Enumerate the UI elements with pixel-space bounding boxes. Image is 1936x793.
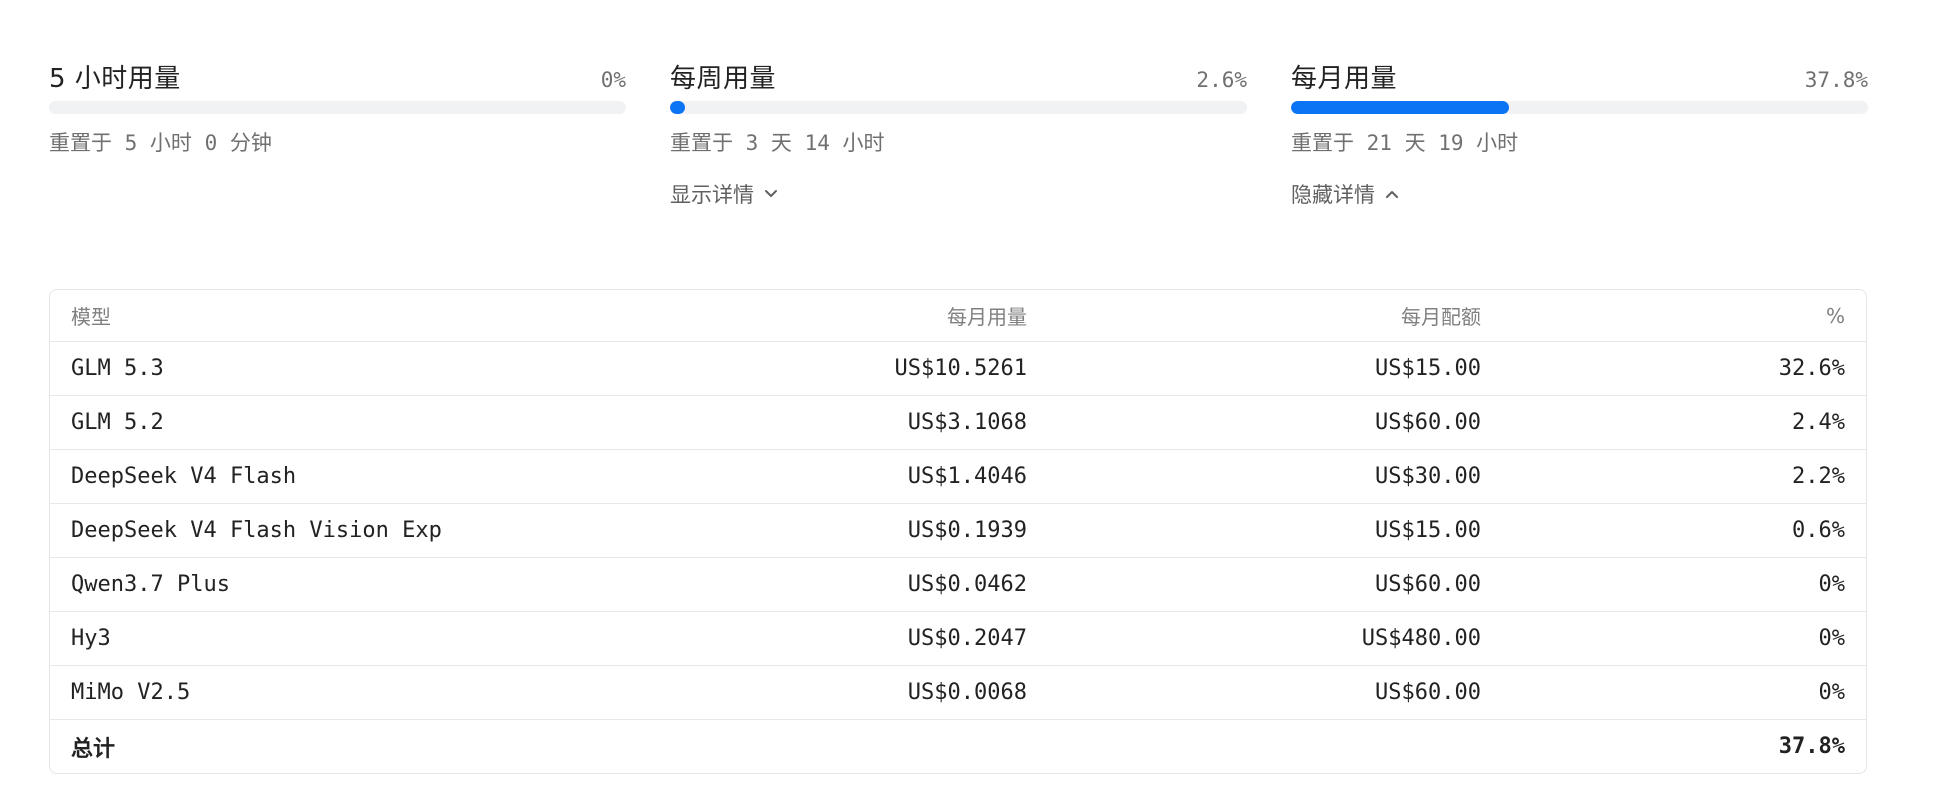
chevron-up-icon [1386, 191, 1398, 198]
cell-quota: US$480.00 [1048, 611, 1502, 666]
column-header-model: 模型 [50, 290, 594, 342]
cell-quota: US$15.00 [1048, 341, 1502, 396]
total-label: 总计 [71, 736, 116, 762]
cell-usage: US$0.2047 [594, 611, 1048, 666]
cell-percent: 0% [1502, 665, 1866, 720]
show-details-toggle[interactable]: 显示详情 [670, 179, 778, 209]
monthly-usage-bar [1291, 101, 1868, 114]
cell-usage: US$1.4046 [594, 449, 1048, 504]
table-row: GLM 5.3 US$10.5261 US$15.00 32.6% [50, 341, 1866, 396]
column-header-quota: 每月配额 [1048, 290, 1502, 342]
column-header-percent: % [1502, 290, 1866, 342]
weekly-usage-title: 每周用量 [670, 64, 777, 94]
cell-model: DeepSeek V4 Flash [50, 449, 594, 504]
usage-page: 5 小时用量 0% 重置于 5 小时 0 分钟 每周用量 2.6% 重置于 3 … [0, 0, 1936, 793]
table-total-row: 总计 37.8% [50, 720, 1866, 774]
weekly-reset-text: 重置于 3 天 14 小时 [670, 131, 885, 155]
monthly-reset-text: 重置于 21 天 19 小时 [1291, 131, 1519, 155]
cell-usage: US$0.0462 [594, 557, 1048, 612]
weekly-usage-percent: 2.6% [1196, 68, 1247, 92]
cell-percent: 0.6% [1502, 503, 1866, 558]
usage-summary: 5 小时用量 0% 重置于 5 小时 0 分钟 每周用量 2.6% 重置于 3 … [49, 58, 1868, 209]
cell-quota: US$60.00 [1048, 395, 1502, 450]
cell-usage: US$0.0068 [594, 665, 1048, 720]
cell-model: MiMo V2.5 [50, 665, 594, 720]
cell-model: GLM 5.2 [50, 395, 594, 450]
total-usage-empty [594, 720, 1048, 774]
table-row: DeepSeek V4 Flash Vision Exp US$0.1939 U… [50, 503, 1866, 558]
table-row: MiMo V2.5 US$0.0068 US$60.00 0% [50, 665, 1866, 720]
total-percent: 37.8% [1778, 734, 1845, 759]
cell-usage: US$10.5261 [594, 341, 1048, 396]
cell-usage: US$3.1068 [594, 395, 1048, 450]
model-usage-table: 模型 每月用量 每月配额 % GLM 5.3 US$10.5261 US$15.… [49, 289, 1867, 774]
table-row: Hy3 US$0.2047 US$480.00 0% [50, 611, 1866, 666]
cell-model: Qwen3.7 Plus [50, 557, 594, 612]
hide-details-label: 隐藏详情 [1291, 183, 1375, 207]
cell-quota: US$60.00 [1048, 557, 1502, 612]
hide-details-toggle[interactable]: 隐藏详情 [1291, 179, 1399, 209]
cell-model: GLM 5.3 [50, 341, 594, 396]
hourly-reset-text: 重置于 5 小时 0 分钟 [49, 131, 272, 155]
table-row: Qwen3.7 Plus US$0.0462 US$60.00 0% [50, 557, 1866, 612]
weekly-usage-bar-fill [670, 101, 685, 114]
cell-percent: 2.2% [1502, 449, 1866, 504]
hourly-usage-bar [49, 101, 626, 114]
hourly-usage-title: 5 小时用量 [49, 64, 181, 94]
show-details-label: 显示详情 [670, 183, 754, 207]
monthly-usage-bar-fill [1291, 101, 1510, 114]
cell-percent: 2.4% [1502, 395, 1866, 450]
cell-usage: US$0.1939 [594, 503, 1048, 558]
monthly-usage-percent: 37.8% [1804, 68, 1868, 92]
cell-quota: US$15.00 [1048, 503, 1502, 558]
cell-percent: 0% [1502, 611, 1866, 666]
column-header-usage: 每月用量 [594, 290, 1048, 342]
hourly-usage-percent: 0% [600, 68, 626, 92]
cell-model: Hy3 [50, 611, 594, 666]
monthly-usage-card: 每月用量 37.8% 重置于 21 天 19 小时 隐藏详情 [1291, 58, 1868, 209]
weekly-usage-card: 每周用量 2.6% 重置于 3 天 14 小时 显示详情 [670, 58, 1247, 209]
chevron-down-icon [765, 190, 777, 197]
weekly-usage-bar [670, 101, 1247, 114]
table-row: DeepSeek V4 Flash US$1.4046 US$30.00 2.2… [50, 449, 1866, 504]
monthly-usage-title: 每月用量 [1291, 64, 1398, 94]
cell-quota: US$30.00 [1048, 449, 1502, 504]
cell-model: DeepSeek V4 Flash Vision Exp [50, 503, 594, 558]
cell-percent: 0% [1502, 557, 1866, 612]
cell-quota: US$60.00 [1048, 665, 1502, 720]
total-quota-empty [1048, 720, 1502, 774]
table-row: GLM 5.2 US$3.1068 US$60.00 2.4% [50, 395, 1866, 450]
table-header-row: 模型 每月用量 每月配额 % [50, 290, 1866, 342]
cell-percent: 32.6% [1502, 341, 1866, 396]
hourly-usage-card: 5 小时用量 0% 重置于 5 小时 0 分钟 [49, 58, 626, 209]
